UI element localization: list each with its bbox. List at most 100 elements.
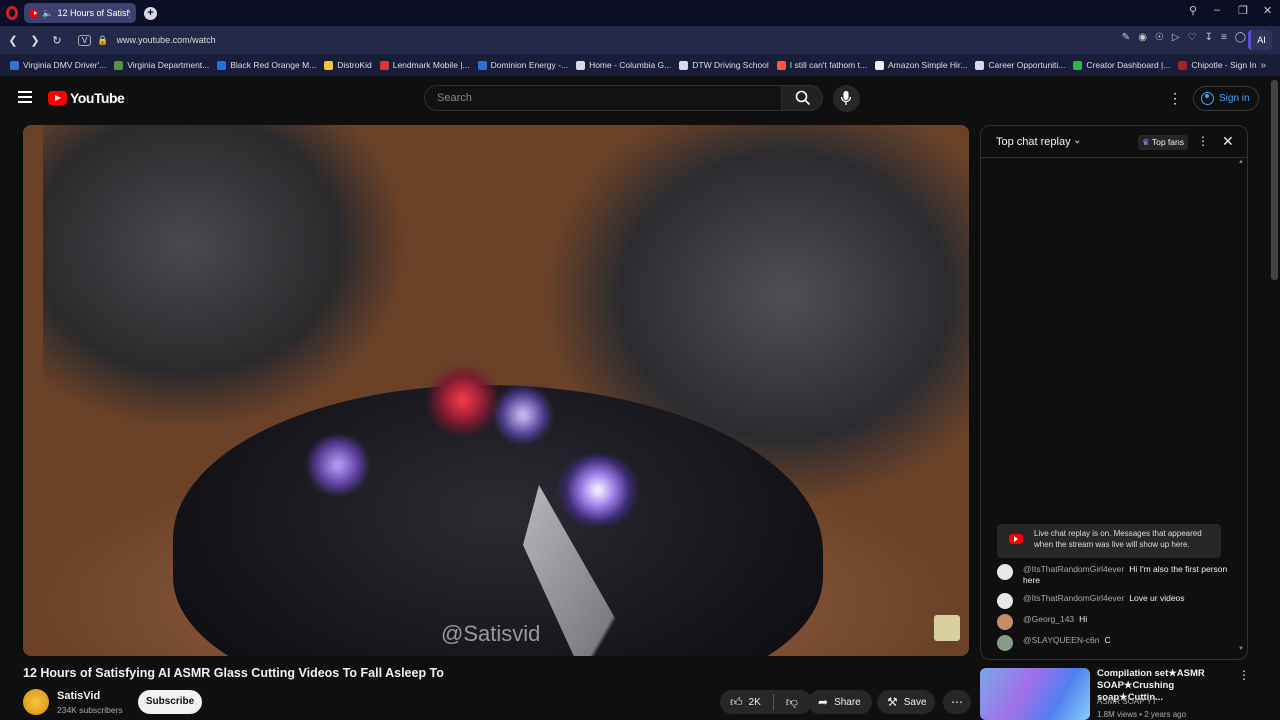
- bookmark-label: Black Red Orange M...: [230, 60, 317, 70]
- recommended-meta: 1.8M views • 2 years ago: [1097, 710, 1187, 719]
- notice-text: Live chat replay is on. Messages that ap…: [1034, 529, 1202, 549]
- chat-message[interactable]: @SLAYQUEEN-c6n C: [997, 635, 1233, 651]
- bookmarks-bar: Virginia DMV Driver'... Virginia Departme…: [0, 54, 1280, 76]
- recommended-thumbnail[interactable]: [980, 668, 1090, 720]
- bookmark-item[interactable]: Black Red Orange M...: [217, 60, 316, 70]
- browser-tab-active[interactable]: 🔈 12 Hours of Satisfying: [24, 3, 136, 23]
- chat-options-icon[interactable]: ⋮: [1197, 134, 1209, 148]
- heart-icon[interactable]: ♡: [1188, 32, 1197, 43]
- bookmark-item[interactable]: DistroKid: [324, 60, 372, 70]
- play-icon[interactable]: ▷: [1172, 32, 1180, 43]
- vpn-badge[interactable]: V: [78, 34, 92, 46]
- bookmark-item[interactable]: Lendmark Mobile |...: [379, 60, 470, 70]
- restore-icon[interactable]: ❐: [1238, 4, 1248, 17]
- reload-icon[interactable]: ↻: [46, 34, 68, 47]
- close-chat-icon[interactable]: ✕: [1222, 133, 1234, 150]
- url-field[interactable]: www.youtube.com/watch: [117, 35, 216, 45]
- camera-icon[interactable]: ◉: [1138, 32, 1147, 43]
- search-input[interactable]: Search: [424, 85, 782, 111]
- back-icon[interactable]: ❮: [2, 34, 24, 47]
- edit-icon[interactable]: ✎: [1122, 32, 1130, 43]
- bookmark-label: DistroKid: [337, 60, 372, 70]
- bookmark-item[interactable]: Amazon Simple Hir...: [875, 60, 967, 70]
- download-icon[interactable]: ↧: [1205, 32, 1213, 43]
- menu-lines-icon[interactable]: ≡: [1221, 32, 1227, 43]
- video-frame-red-glow: [423, 365, 503, 435]
- chat-author[interactable]: @SLAYQUEEN-c6n: [1023, 635, 1100, 645]
- share-icon: ➦: [818, 695, 829, 709]
- bookmark-item[interactable]: Creator Dashboard |...: [1073, 60, 1170, 70]
- bookmark-favicon-icon: [114, 60, 124, 70]
- recommended-options-icon[interactable]: ⋮: [1238, 668, 1250, 682]
- bookmarks-overflow-icon[interactable]: »: [1260, 60, 1266, 71]
- profile-icon[interactable]: ◯: [1235, 32, 1246, 43]
- chat-avatar[interactable]: [997, 564, 1013, 580]
- thumbs-down-icon[interactable]: 👎︎: [786, 695, 798, 710]
- chevron-down-icon[interactable]: ⌄: [1073, 135, 1081, 146]
- thumbs-up-icon[interactable]: 👍︎: [730, 695, 743, 710]
- channel-watermark-icon[interactable]: [934, 615, 960, 641]
- bookmark-favicon-icon: [975, 60, 985, 70]
- opera-logo-icon[interactable]: [6, 6, 18, 20]
- browser-tab-bar: 🔈 12 Hours of Satisfying + ⚲ – ❐ ✕: [0, 0, 1280, 26]
- bookmark-favicon-icon: [217, 60, 227, 70]
- bookmark-item[interactable]: DTW Driving School: [679, 60, 769, 70]
- bookmark-label: DTW Driving School: [692, 60, 769, 70]
- ai-button[interactable]: AI: [1248, 30, 1272, 50]
- like-count[interactable]: 2K: [749, 697, 761, 708]
- subscribe-button[interactable]: Subscribe: [138, 690, 202, 714]
- bookmark-item[interactable]: I still can't fathom t...: [776, 60, 868, 70]
- new-tab-button[interactable]: +: [144, 6, 157, 20]
- chat-message[interactable]: @ItsThatRandomGirl4ever Hi I'm also the f…: [997, 564, 1233, 586]
- bookmark-item[interactable]: Virginia Department...: [114, 60, 209, 70]
- bookmark-label: Virginia Department...: [127, 60, 210, 70]
- save-button[interactable]: ⚒ Save: [877, 690, 935, 714]
- chat-author[interactable]: @ItsThatRandomGirl4ever: [1023, 564, 1124, 574]
- recommended-channel[interactable]: ASMR SOAP YT: [1097, 697, 1157, 706]
- page-scrollbar[interactable]: [1271, 80, 1278, 280]
- search-button[interactable]: [781, 85, 823, 111]
- sign-in-button[interactable]: Sign in: [1193, 86, 1259, 111]
- bookmark-item[interactable]: Virginia DMV Driver'...: [10, 60, 106, 70]
- youtube-notice-icon: [1009, 534, 1023, 544]
- youtube-logo[interactable]: YouTube: [48, 90, 125, 106]
- video-frame-sparkle-3: [493, 385, 553, 445]
- chat-author[interactable]: @Georg_143: [1023, 614, 1074, 624]
- chat-avatar[interactable]: [997, 614, 1013, 630]
- chat-replay-notice: Live chat replay is on. Messages that ap…: [997, 524, 1221, 558]
- forward-icon[interactable]: ❯: [24, 34, 46, 47]
- voice-search-button[interactable]: [833, 85, 860, 112]
- share-button[interactable]: ➦ Share: [808, 690, 872, 714]
- bookmark-item[interactable]: Home - Columbia G...: [576, 60, 671, 70]
- bookmark-item[interactable]: Dominion Energy -...: [477, 60, 568, 70]
- bookmark-favicon-icon: [576, 60, 586, 70]
- chat-avatar[interactable]: [997, 635, 1013, 651]
- more-actions-button[interactable]: ⋯: [943, 690, 971, 714]
- channel-avatar[interactable]: [23, 689, 49, 715]
- video-frame-sparkle: [303, 435, 373, 495]
- minimize-icon[interactable]: –: [1214, 4, 1220, 16]
- channel-name[interactable]: SatisVid: [57, 690, 100, 702]
- chat-author[interactable]: @ItsThatRandomGirl4ever: [1023, 593, 1124, 603]
- shield-icon[interactable]: ☉: [1155, 32, 1164, 43]
- close-window-icon[interactable]: ✕: [1263, 4, 1272, 17]
- settings-kebab-icon[interactable]: ⋮: [1168, 90, 1182, 107]
- bookmark-favicon-icon: [10, 60, 19, 70]
- chat-scroll-down-icon[interactable]: ▼: [1238, 646, 1244, 652]
- lock-icon[interactable]: 🔒: [97, 35, 108, 46]
- chat-scroll-up-icon[interactable]: ▲: [1238, 159, 1244, 165]
- chat-message-body: @ItsThatRandomGirl4ever Hi I'm also the f…: [1023, 564, 1233, 586]
- chat-message[interactable]: @ItsThatRandomGirl4ever Love ur videos: [997, 593, 1233, 609]
- search-tabs-icon[interactable]: ⚲: [1189, 4, 1197, 17]
- video-player[interactable]: @Satisvid: [23, 125, 969, 656]
- bookmark-label: I still can't fathom t...: [789, 60, 868, 70]
- top-fans-badge[interactable]: ♛ Top fans: [1138, 135, 1188, 150]
- hamburger-menu-icon[interactable]: [18, 91, 32, 103]
- speaker-icon[interactable]: 🔈: [42, 8, 53, 19]
- bookmark-item[interactable]: Career Opportuniti...: [975, 60, 1065, 70]
- bookmark-label: Virginia DMV Driver'...: [23, 60, 107, 70]
- chat-mode-selector[interactable]: Top chat replay: [996, 136, 1071, 148]
- bookmark-item[interactable]: Chipotle - Sign In: [1178, 60, 1257, 70]
- chat-message[interactable]: @Georg_143 Hi: [997, 614, 1233, 630]
- chat-avatar[interactable]: [997, 593, 1013, 609]
